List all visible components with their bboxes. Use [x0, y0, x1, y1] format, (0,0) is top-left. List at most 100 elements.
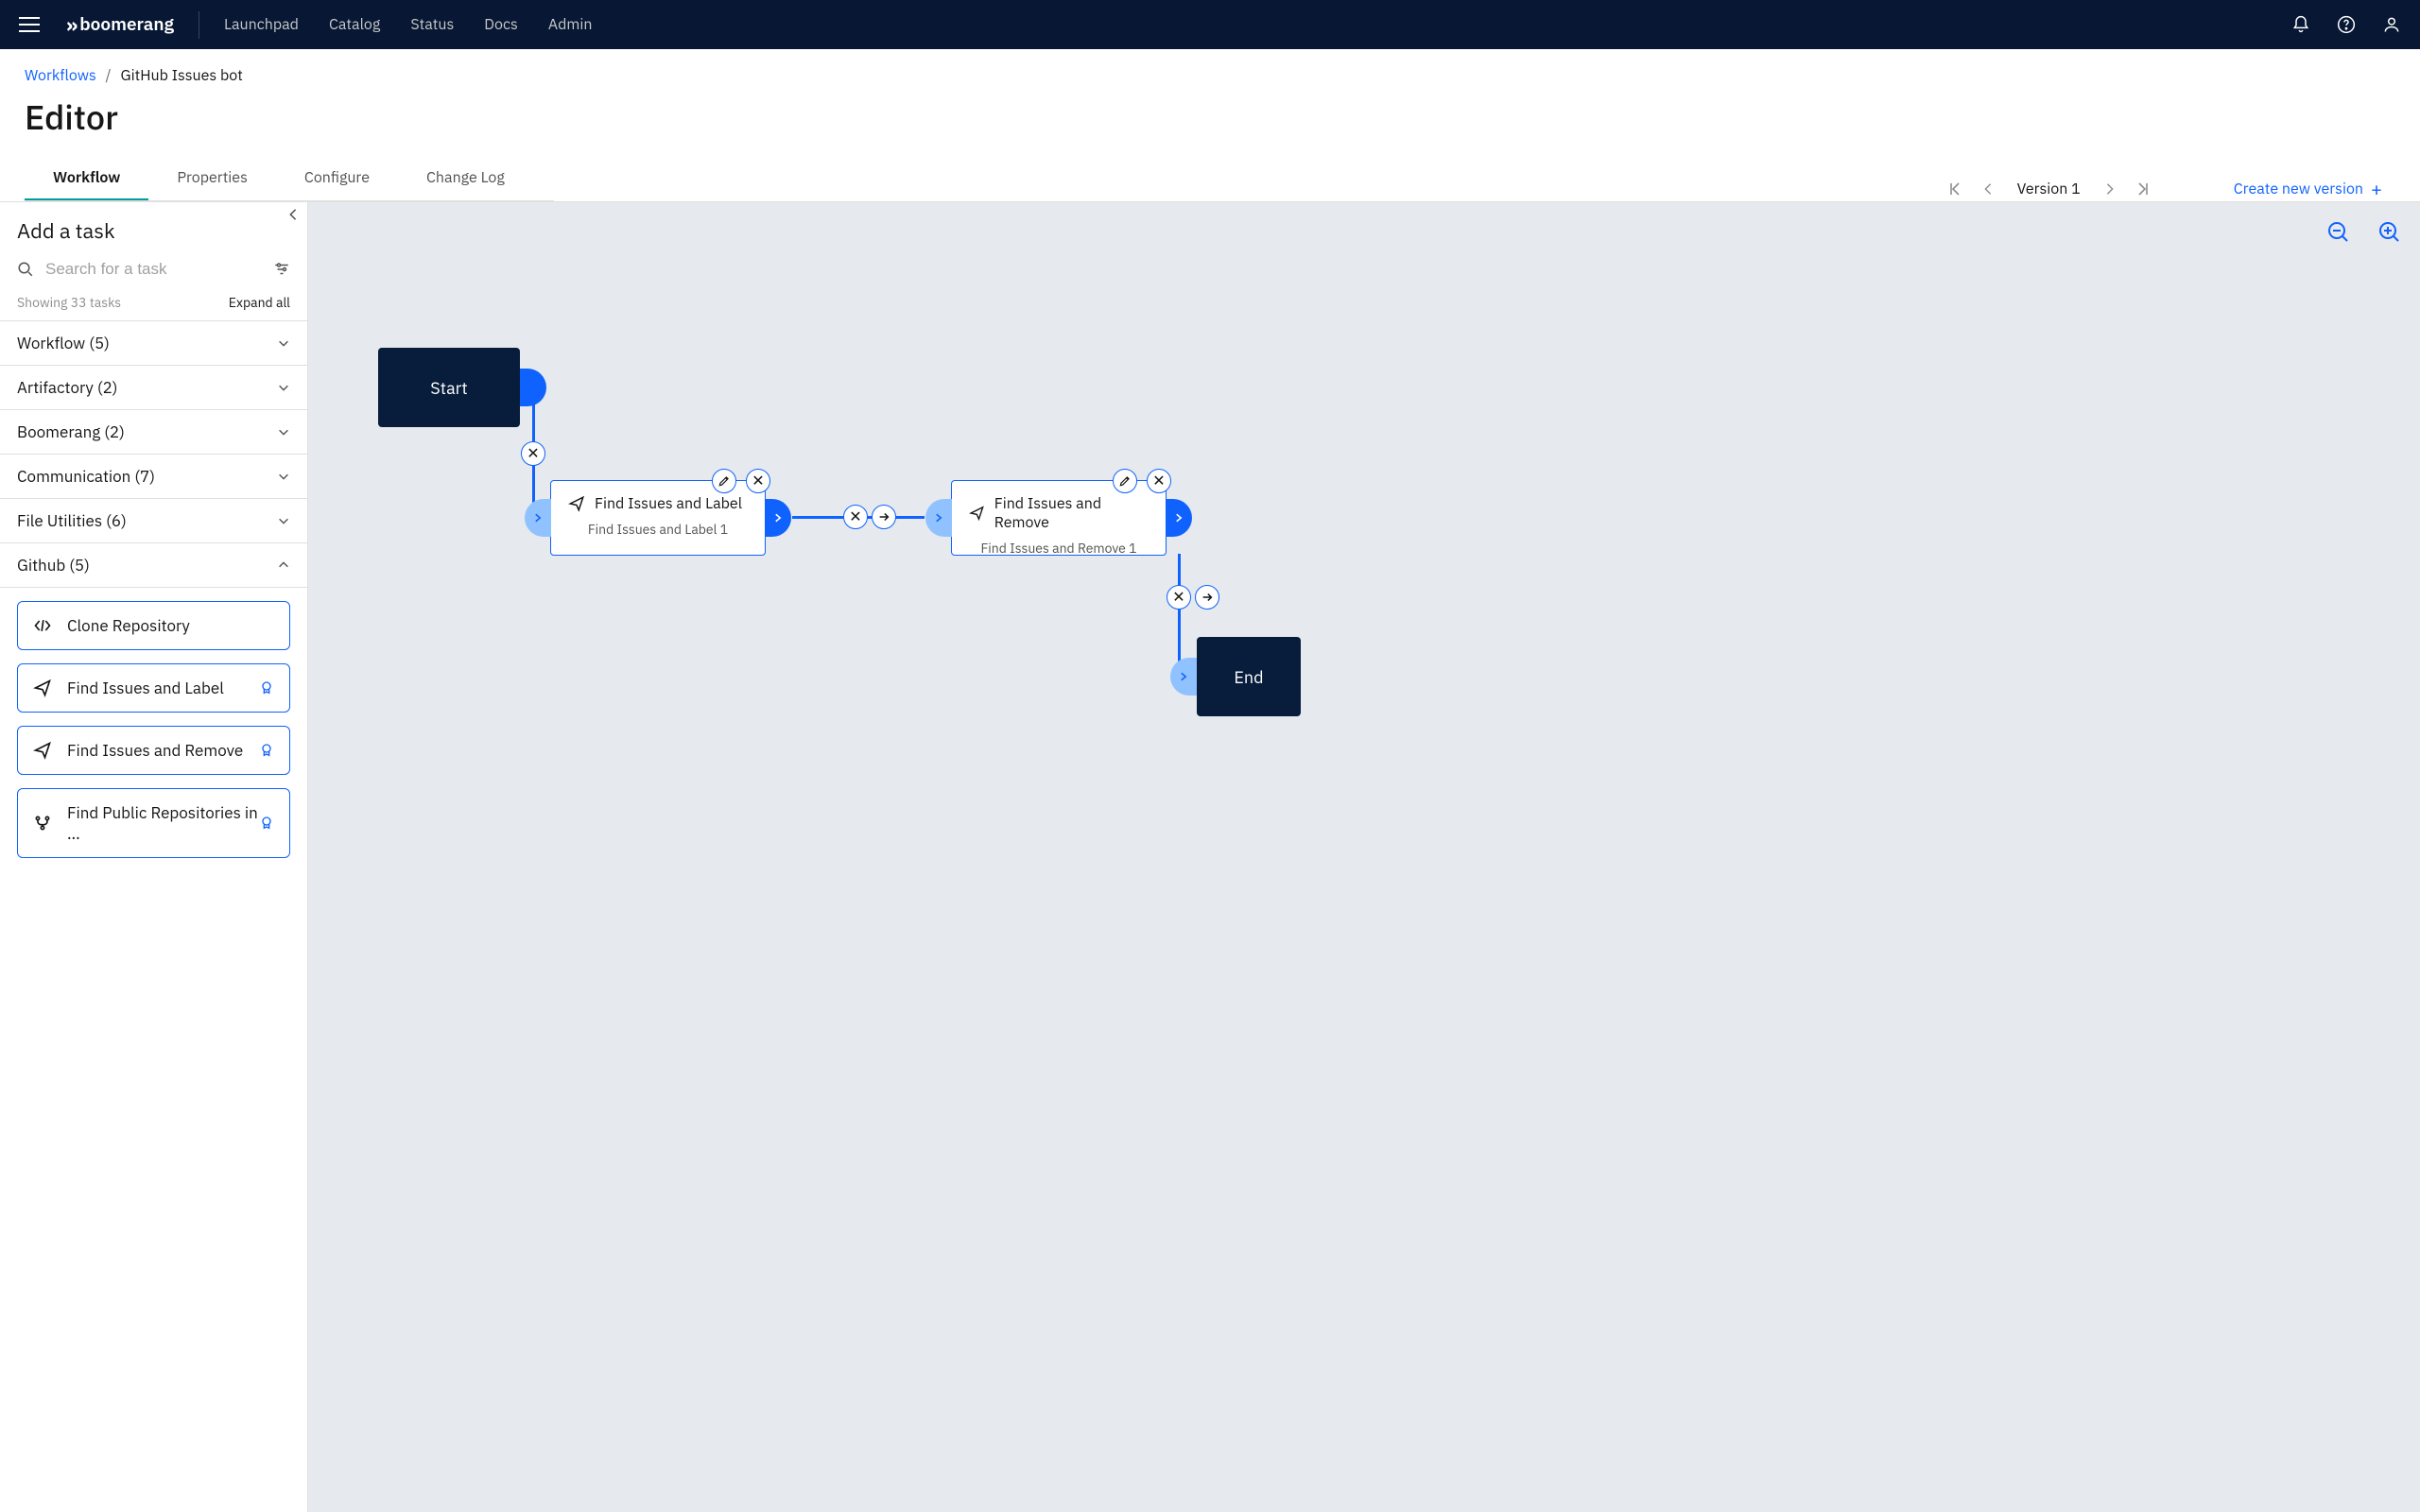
- output-port[interactable]: [765, 499, 791, 537]
- input-port[interactable]: [925, 499, 952, 537]
- brand-logo-icon: »: [66, 11, 72, 39]
- category-label: Artifactory (2): [17, 377, 117, 398]
- breadcrumb-current: GitHub Issues bot: [120, 66, 242, 85]
- input-port[interactable]: [525, 499, 551, 537]
- tab-properties[interactable]: Properties: [148, 168, 275, 200]
- task-label: Find Issues and Label: [67, 678, 224, 698]
- category-label: Communication (7): [17, 466, 155, 487]
- task-node-find-issues-remove[interactable]: Find Issues and Remove Find Issues and R…: [951, 480, 1167, 556]
- expand-all-button[interactable]: Expand all: [229, 294, 290, 311]
- pencil-icon: [1118, 474, 1132, 488]
- category-communication[interactable]: Communication (7): [0, 455, 307, 499]
- category-artifactory[interactable]: Artifactory (2): [0, 366, 307, 410]
- page-title: Editor: [25, 94, 2395, 139]
- link-delete-button[interactable]: ✕: [521, 441, 545, 466]
- create-version-button[interactable]: Create new version +: [2234, 176, 2382, 201]
- nav-admin[interactable]: Admin: [548, 15, 593, 34]
- task-clone-repository[interactable]: Clone Repository: [17, 601, 290, 650]
- output-port[interactable]: [1166, 499, 1192, 537]
- node-subtitle: Find Issues and Label 1: [568, 521, 748, 538]
- brand[interactable]: » boomerang: [66, 11, 199, 39]
- breadcrumb-root[interactable]: Workflows: [25, 66, 96, 85]
- tab-configure[interactable]: Configure: [276, 168, 398, 200]
- code-icon: [33, 616, 52, 635]
- edit-node-button[interactable]: [1113, 469, 1137, 493]
- link-config-button[interactable]: [1195, 585, 1219, 610]
- category-list: Workflow (5) Artifactory (2) Boomerang (…: [0, 320, 307, 588]
- version-last-icon[interactable]: [2135, 181, 2151, 197]
- search-icon: [17, 261, 34, 278]
- nav-status[interactable]: Status: [410, 15, 454, 34]
- brand-text: boomerang: [79, 13, 174, 36]
- task-find-issues-remove[interactable]: Find Issues and Remove: [17, 726, 290, 775]
- edit-node-button[interactable]: [712, 469, 736, 493]
- chevron-right-icon: [1173, 512, 1184, 524]
- task-label: Find Public Repositories in ...: [67, 802, 274, 844]
- version-first-icon[interactable]: [1947, 181, 1962, 197]
- send-icon: [33, 679, 52, 697]
- tab-workflow[interactable]: Workflow: [25, 168, 148, 200]
- category-boomerang[interactable]: Boomerang (2): [0, 410, 307, 455]
- node-subtitle: Find Issues and Remove 1: [969, 540, 1149, 557]
- chevron-down-icon: [277, 381, 290, 394]
- branch-icon: [33, 814, 52, 833]
- link: [1178, 554, 1181, 677]
- breadcrumb-sep: /: [106, 66, 112, 85]
- nav-launchpad[interactable]: Launchpad: [224, 15, 299, 34]
- chevron-down-icon: [277, 514, 290, 527]
- verified-badge-icon: [259, 816, 274, 831]
- delete-node-button[interactable]: ✕: [746, 469, 770, 493]
- chevron-up-icon: [277, 558, 290, 572]
- bell-icon[interactable]: [2291, 15, 2310, 34]
- end-node[interactable]: End: [1197, 637, 1301, 716]
- create-version-label: Create new version: [2234, 180, 2363, 198]
- input-port-icon[interactable]: [1178, 671, 1189, 682]
- verified-badge-icon: [259, 680, 274, 696]
- version-controls: Version 1 Create new version +: [1947, 176, 2395, 201]
- collapse-sidebar-icon[interactable]: [286, 208, 300, 221]
- version-prev-icon[interactable]: [1981, 182, 1995, 196]
- nav-catalog[interactable]: Catalog: [329, 15, 380, 34]
- tabs: Workflow Properties Configure Change Log: [25, 168, 554, 200]
- plus-icon: +: [2371, 176, 2382, 201]
- sidebar-title: Add a task: [0, 217, 307, 260]
- category-file-utilities[interactable]: File Utilities (6): [0, 499, 307, 543]
- nav-docs[interactable]: Docs: [484, 15, 518, 34]
- task-label: Clone Repository: [67, 615, 190, 636]
- pencil-icon: [717, 474, 731, 488]
- link-delete-button[interactable]: ✕: [1167, 585, 1191, 610]
- arrow-right-icon: [877, 510, 890, 524]
- task-sidebar: Add a task Showing 33 tasks Expand all W…: [0, 202, 308, 1512]
- task-find-public-repos[interactable]: Find Public Repositories in ...: [17, 788, 290, 858]
- task-node-find-issues-label[interactable]: Find Issues and Label Find Issues and La…: [550, 480, 766, 556]
- chevron-right-icon: [933, 512, 944, 524]
- category-label: File Utilities (6): [17, 510, 127, 531]
- link-delete-button[interactable]: ✕: [843, 505, 868, 529]
- zoom-out-icon[interactable]: [2327, 221, 2350, 244]
- version-next-icon[interactable]: [2103, 182, 2117, 196]
- task-label: Find Issues and Remove: [67, 740, 243, 761]
- workflow-canvas[interactable]: Start ✕ Find Issues and Label Find Issue…: [308, 202, 2420, 1512]
- breadcrumb: Workflows / GitHub Issues bot: [25, 66, 2395, 85]
- version-label: Version 1: [2017, 180, 2081, 198]
- link-config-button[interactable]: [872, 505, 896, 529]
- start-node[interactable]: Start: [378, 348, 520, 427]
- category-label: Github (5): [17, 555, 90, 576]
- verified-badge-icon: [259, 743, 274, 758]
- filter-icon[interactable]: [273, 261, 290, 278]
- help-icon[interactable]: [2337, 15, 2356, 34]
- node-title: Find Issues and Remove: [994, 494, 1149, 532]
- start-label: Start: [430, 377, 467, 399]
- end-label: End: [1234, 666, 1263, 688]
- category-github[interactable]: Github (5): [0, 543, 307, 588]
- search-input[interactable]: [45, 260, 262, 279]
- zoom-in-icon[interactable]: [2378, 221, 2401, 244]
- task-find-issues-label[interactable]: Find Issues and Label: [17, 663, 290, 713]
- delete-node-button[interactable]: ✕: [1147, 469, 1171, 493]
- category-workflow[interactable]: Workflow (5): [0, 321, 307, 366]
- send-icon: [33, 741, 52, 760]
- user-icon[interactable]: [2382, 15, 2401, 34]
- page-header: Workflows / GitHub Issues bot Editor Wor…: [0, 49, 2420, 202]
- menu-icon[interactable]: [19, 13, 42, 36]
- tab-changelog[interactable]: Change Log: [398, 168, 533, 200]
